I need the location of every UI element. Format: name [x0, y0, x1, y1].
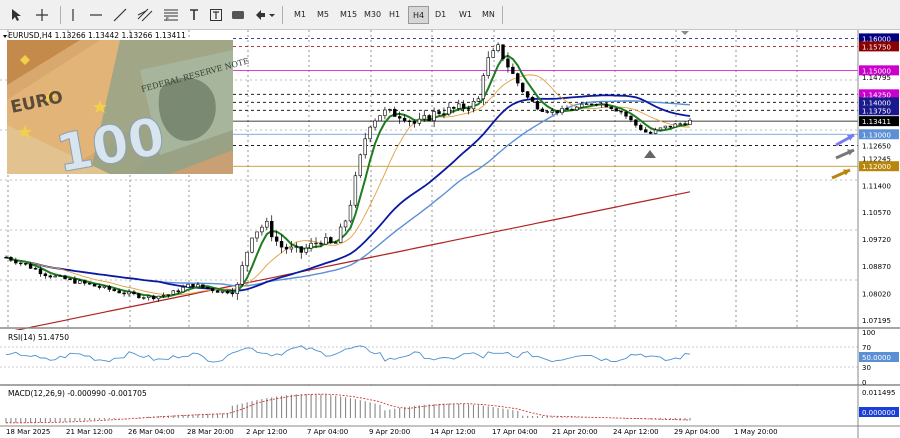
- arrows-dropdown-icon[interactable]: [254, 6, 276, 24]
- rsi-axis-label: 30: [862, 364, 871, 372]
- candle: [501, 44, 505, 62]
- time-axis-label: 17 Apr 04:00: [492, 428, 538, 436]
- label-tool-icon[interactable]: [208, 6, 224, 24]
- time-axis-label: 24 Apr 12:00: [613, 428, 659, 436]
- toolbar: F M1 M5 M15 M30 H1 H4 D1 W1 MN: [0, 0, 900, 30]
- candle: [186, 283, 190, 288]
- candle: [250, 237, 254, 254]
- timeframe-h1[interactable]: H1: [385, 6, 404, 24]
- candle: [329, 236, 333, 245]
- price-axis-label: 1.15750: [862, 43, 891, 51]
- price-axis-label: 1.12000: [862, 163, 891, 171]
- time-axis-label: 28 Mar 20:00: [187, 428, 234, 436]
- candle: [520, 82, 525, 94]
- timeframe-m1[interactable]: M1: [290, 6, 310, 24]
- chart-header: EURUSD,H4 1.13266 1.13442 1.13266 1.1341…: [8, 31, 186, 40]
- candle: [353, 171, 358, 208]
- trendline-icon[interactable]: [112, 6, 128, 24]
- timeframe-d1[interactable]: D1: [431, 6, 450, 24]
- time-axis-label: 21 Mar 12:00: [66, 428, 113, 436]
- macd-axis-label: 0.000000: [862, 409, 895, 417]
- crosshair-icon[interactable]: [34, 6, 50, 24]
- time-axis-label: 2 Apr 12:00: [246, 428, 287, 436]
- rsi-axis-label: 0: [862, 379, 866, 387]
- price-axis-label: 1.07195: [862, 317, 891, 325]
- rsi-axis-label: 100: [862, 329, 875, 337]
- rsi-axis-label: 70: [862, 344, 871, 352]
- price-axis-label: 1.09720: [862, 236, 891, 244]
- macd-panel: MACD(12,26,9) -0.000990 -0.001705: [0, 386, 858, 426]
- candle: [92, 283, 97, 287]
- rectangle-icon[interactable]: [230, 6, 246, 24]
- price-axis-label: 1.08870: [862, 263, 891, 271]
- euro-dollar-photo: EURO 100 FEDERAL RESERVE NOTE: [7, 40, 250, 185]
- price-axis-label: 1.11400: [862, 182, 891, 190]
- macd-label: MACD(12,26,9) -0.000990 -0.001705: [8, 389, 147, 398]
- text-tool-icon[interactable]: [186, 6, 202, 24]
- price-axis-label: 1.12650: [862, 142, 891, 150]
- chart-area[interactable]: EURO 100 FEDERAL RESERVE NOTE EURUSD,H4 …: [0, 30, 900, 438]
- rsi-panel: RSI(14) 51.4750: [0, 330, 858, 384]
- macd-axis-label: 0.011495: [862, 389, 895, 397]
- candle: [378, 115, 382, 122]
- time-axis-label: 9 Apr 20:00: [369, 428, 410, 436]
- price-axis-label: 1.13750: [862, 107, 891, 115]
- candle: [171, 289, 176, 295]
- time-axis-label: 21 Apr 20:00: [552, 428, 598, 436]
- time-axis-label: 29 Apr 04:00: [674, 428, 720, 436]
- time-axis-label: 18 Mar 2025: [6, 428, 50, 436]
- time-axis-label: 14 Apr 12:00: [430, 428, 476, 436]
- price-axis-label: 1.13411: [862, 118, 891, 126]
- timeframe-m15[interactable]: M15: [336, 6, 361, 24]
- candle: [215, 290, 220, 293]
- timeframe-h4[interactable]: H4: [408, 6, 430, 24]
- candle: [427, 114, 431, 122]
- time-axis-label: 1 May 20:00: [734, 428, 778, 436]
- price-axis-label: 1.14795: [862, 74, 891, 82]
- rsi-axis-label: 50.0000: [862, 354, 891, 362]
- svg-text:F: F: [166, 17, 169, 22]
- candle: [358, 153, 363, 179]
- candle: [137, 292, 141, 299]
- timeframe-mn[interactable]: MN: [478, 6, 499, 24]
- timeframe-w1[interactable]: W1: [455, 6, 476, 24]
- cursor-icon[interactable]: [8, 6, 24, 24]
- price-axis-label: 1.10570: [862, 209, 891, 217]
- price-axis-label: 1.13000: [862, 131, 891, 139]
- candle: [535, 99, 540, 111]
- time-axis-label: 7 Apr 04:00: [307, 428, 348, 436]
- timeframe-m30[interactable]: M30: [360, 6, 385, 24]
- rsi-label: RSI(14) 51.4750: [8, 333, 69, 342]
- fibonacci-icon[interactable]: F: [162, 6, 180, 24]
- timeframe-m5[interactable]: M5: [313, 6, 333, 24]
- horizontal-line-icon[interactable]: [88, 6, 104, 24]
- time-axis-label: 26 Mar 04:00: [128, 428, 175, 436]
- channel-icon[interactable]: [136, 6, 154, 24]
- price-axis-label: 1.08020: [862, 290, 891, 298]
- vertical-line-icon[interactable]: [66, 6, 80, 24]
